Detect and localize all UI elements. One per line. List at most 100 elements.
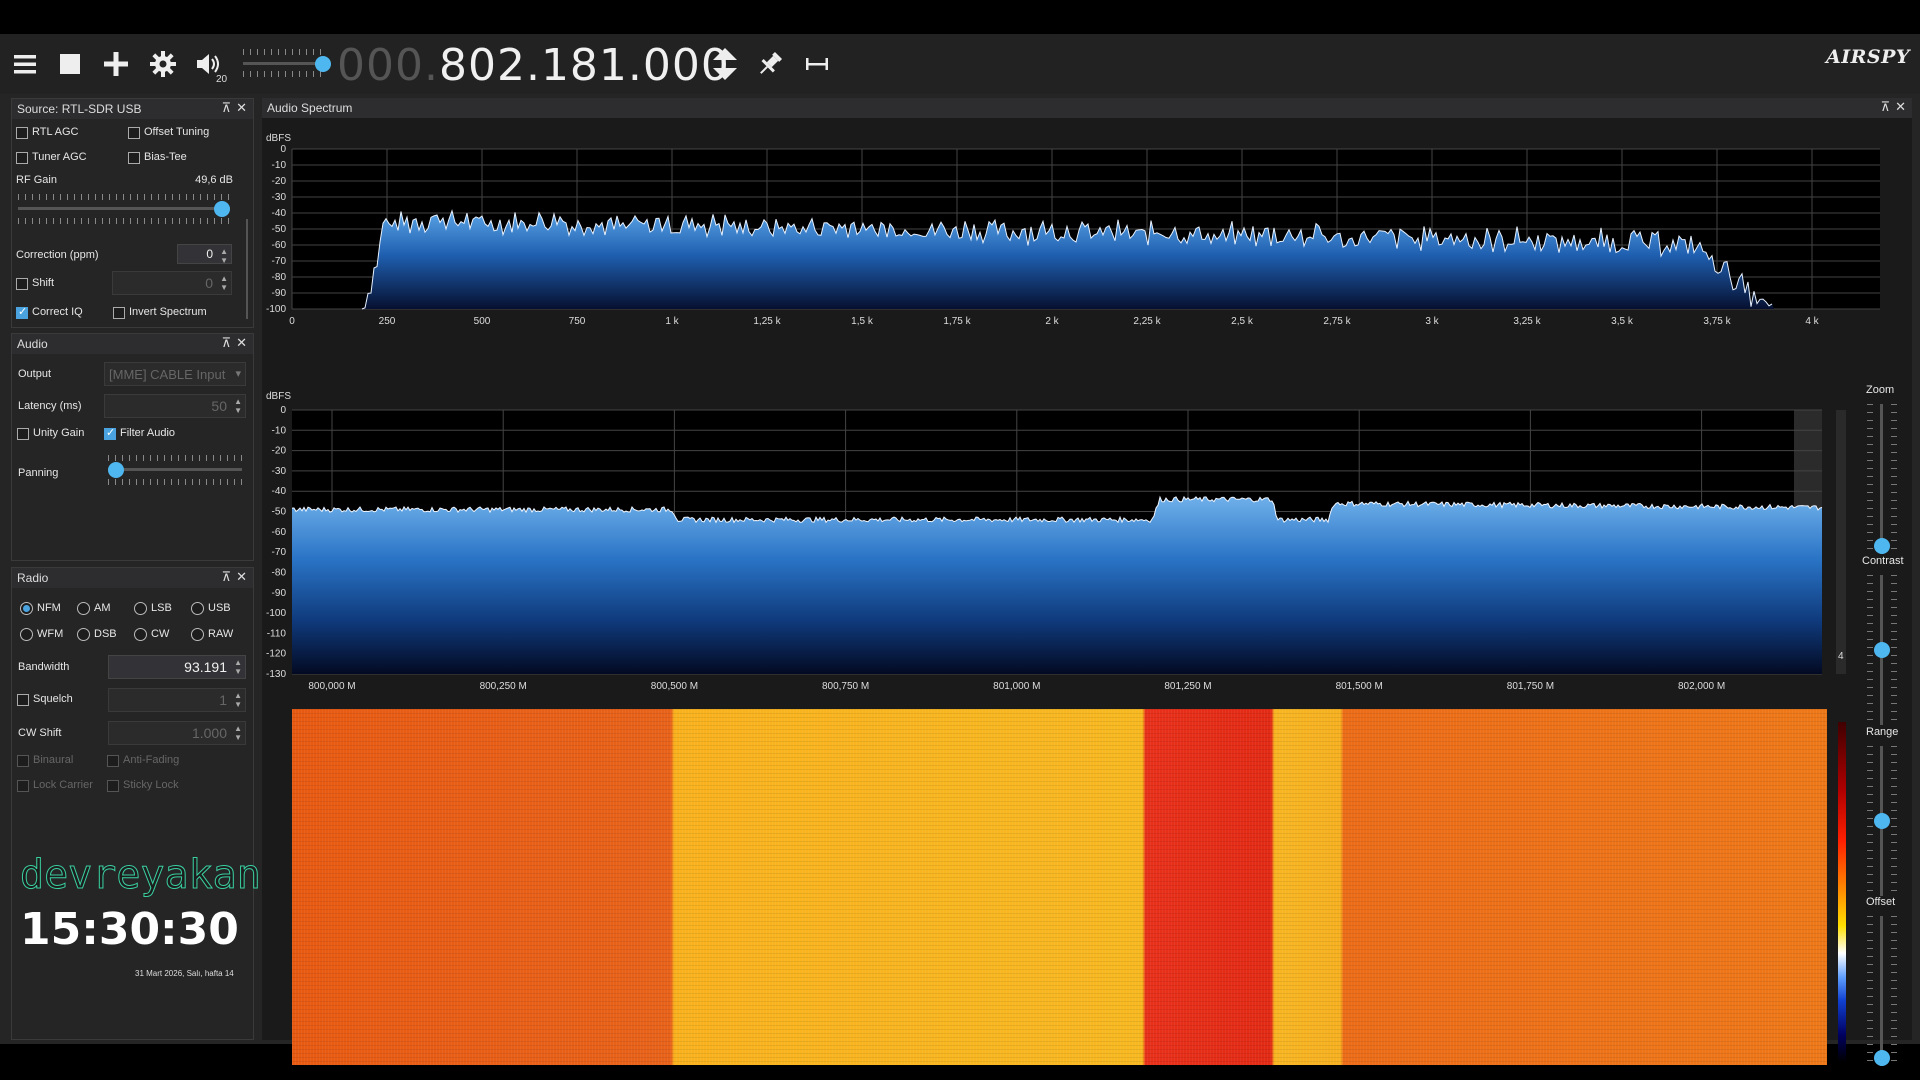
mode-am-radio[interactable] [77, 602, 90, 615]
waterfall-color-scale [1838, 722, 1846, 1062]
rf-gain-slider[interactable] [18, 194, 230, 224]
rf-ytick-label: -130 [266, 669, 286, 680]
panning-slider[interactable] [108, 455, 242, 485]
pin-icon[interactable]: ⊼ [221, 100, 231, 116]
radio-panel-title: Radio ⊼ ✕ [12, 568, 253, 588]
bias-tee-checkbox[interactable] [128, 152, 140, 164]
rf-ytick-label: -100 [266, 608, 286, 619]
sticky-lock-checkbox[interactable] [107, 780, 119, 792]
waterfall-display[interactable] [292, 709, 1827, 1065]
mode-raw-label: RAW [208, 628, 234, 640]
pin-icon[interactable]: ⊼ [221, 569, 231, 585]
stepper-arrows-icon[interactable]: ▲ ▼ [234, 397, 242, 415]
rf-ytick-label: -60 [272, 527, 287, 538]
source-panel-scrollbar[interactable] [246, 219, 248, 319]
rf-ytick-label: -120 [266, 649, 286, 660]
panning-slider-knob[interactable] [108, 462, 124, 478]
pin-icon[interactable] [754, 48, 786, 80]
audio-spectrum-title-bar: Audio Spectrum ⊼ ✕ [262, 98, 1912, 118]
frequency-display[interactable]: 000.802.181.000 [337, 40, 730, 91]
anti-fading-checkbox[interactable] [107, 755, 119, 767]
fft-resolution-bar[interactable] [1836, 410, 1846, 674]
squelch-stepper[interactable]: 1 ▲ ▼ [108, 688, 246, 712]
cw-shift-stepper[interactable]: 1.000 ▲ ▼ [108, 721, 246, 745]
filter-audio-checkbox[interactable] [104, 426, 116, 440]
correction-stepper[interactable]: 0 ▲ ▼ [177, 244, 232, 265]
offset-slider[interactable] [1867, 916, 1897, 1066]
latency-stepper[interactable]: 50 ▲ ▼ [104, 394, 246, 418]
bandwidth-stepper[interactable]: 93.191 ▲ ▼ [108, 655, 246, 679]
shift-stepper[interactable]: 0 ▲ ▼ [112, 271, 232, 295]
contrast-slider-knob[interactable] [1874, 642, 1890, 658]
offset-tuning-checkbox[interactable] [128, 127, 140, 139]
invert-spectrum-label: Invert Spectrum [129, 306, 207, 318]
rf-ytick-label: -50 [272, 507, 287, 518]
mode-wfm-radio[interactable] [20, 628, 33, 641]
menu-icon[interactable] [9, 48, 41, 80]
close-icon[interactable]: ✕ [1895, 99, 1906, 115]
audio-ytick-label: -50 [272, 224, 287, 235]
correct-iq-checkbox[interactable] [16, 305, 28, 319]
audio-spectrum-plot[interactable]: dBFS 0 -10 -20 -30 -40 -50 -60 -70 -80 -90 -100 0 2… [262, 118, 1912, 368]
audio-xtick-label: 250 [379, 316, 396, 327]
zoom-slider-knob[interactable] [1874, 538, 1890, 554]
stepper-arrows-icon[interactable]: ▲ ▼ [234, 658, 242, 676]
unity-gain-checkbox[interactable] [17, 428, 29, 440]
stepper-arrows-icon[interactable]: ▲ ▼ [234, 691, 242, 709]
output-device-value: [MME] CABLE Input [109, 367, 226, 382]
tuner-agc-checkbox[interactable] [16, 152, 28, 164]
pin-icon[interactable]: ⊼ [221, 335, 231, 351]
lock-carrier-checkbox[interactable] [17, 780, 29, 792]
invert-spectrum-checkbox[interactable] [113, 307, 125, 319]
volume-slider-knob[interactable] [315, 56, 331, 72]
audio-xtick-label: 1,5 k [851, 316, 874, 327]
audio-ytick-label: -70 [272, 256, 287, 267]
audio-panel: Audio ⊼ ✕ Output [MME] CABLE Input Laten… [11, 333, 254, 561]
close-icon[interactable]: ✕ [236, 335, 247, 351]
rf-xtick-label: 801,000 M [993, 681, 1040, 692]
contrast-slider[interactable] [1867, 575, 1897, 725]
rf-gain-value: 49,6 dB [195, 174, 233, 186]
mode-nfm-radio[interactable] [20, 602, 33, 615]
frequency-digits[interactable]: 802.181.000 [439, 40, 730, 91]
range-label: Range [1866, 726, 1899, 738]
mode-raw-radio[interactable] [191, 628, 204, 641]
rf-spectrum-plot[interactable]: dBFS 0 -10 -20 -30 -40 -50 -60 -70 -80 -90 -100 -11… [262, 381, 1862, 696]
pin-icon[interactable]: ⊼ [1880, 99, 1890, 115]
stepper-arrows-icon[interactable]: ▲ ▼ [234, 724, 242, 742]
zoom-slider[interactable] [1867, 404, 1897, 554]
range-slider-knob[interactable] [1874, 813, 1890, 829]
tuning-up-down-icon[interactable] [709, 48, 741, 80]
add-icon[interactable] [100, 48, 132, 80]
volume-slider[interactable] [243, 49, 331, 79]
rf-xtick-label: 801,750 M [1507, 681, 1554, 692]
binaural-checkbox[interactable] [17, 755, 29, 767]
stop-icon[interactable] [54, 48, 86, 80]
span-width-icon[interactable] [801, 48, 833, 80]
rtl-agc-checkbox[interactable] [16, 127, 28, 139]
mode-usb-radio[interactable] [191, 602, 204, 615]
squelch-value: 1 [219, 692, 227, 708]
mode-lsb-radio[interactable] [134, 602, 147, 615]
mode-dsb-radio[interactable] [77, 628, 90, 641]
close-icon[interactable]: ✕ [236, 100, 247, 116]
range-slider[interactable] [1867, 746, 1897, 896]
frequency-leading-digits[interactable]: 000. [337, 40, 439, 91]
squelch-checkbox[interactable] [17, 694, 29, 706]
rf-ytick-label: -70 [272, 547, 287, 558]
gear-icon[interactable] [147, 48, 179, 80]
stepper-arrows-icon[interactable]: ▲ ▼ [220, 274, 228, 292]
mode-cw-radio[interactable] [134, 628, 147, 641]
audio-xtick-label: 4 k [1805, 316, 1819, 327]
stepper-arrows-icon[interactable]: ▲ ▼ [220, 247, 228, 265]
output-device-select[interactable]: [MME] CABLE Input [104, 362, 246, 386]
rf-gain-slider-knob[interactable] [214, 201, 230, 217]
shift-checkbox[interactable] [16, 278, 28, 290]
audio-xtick-label: 1,25 k [753, 316, 781, 327]
mode-cw-label: CW [151, 628, 170, 640]
mode-am-label: AM [94, 602, 111, 614]
tuner-agc-label: Tuner AGC [32, 151, 87, 163]
close-icon[interactable]: ✕ [236, 569, 247, 585]
airspy-logo: AIRSPY [1826, 46, 1910, 68]
offset-slider-knob[interactable] [1874, 1050, 1890, 1066]
